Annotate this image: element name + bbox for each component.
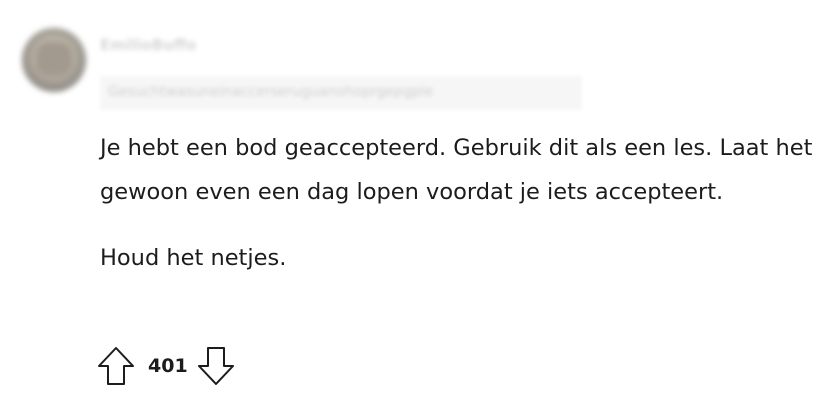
comment-paragraph: Je hebt een bod geaccepteerd. Gebruik di… (100, 135, 813, 205)
comment-body: Je hebt een bod geaccepteerd. Gebruik di… (100, 126, 815, 280)
avatar-image (36, 42, 72, 76)
vote-bar: 401 (96, 344, 236, 388)
comment: EmilioBuffo Gesuchtwasuneinaccerseruguan… (0, 0, 822, 412)
upvote-button[interactable] (96, 344, 136, 388)
avatar[interactable] (22, 28, 86, 92)
author-flair: Gesuchtwasuneinaccerseruguanohoprgepgple (100, 76, 582, 110)
arrow-down-outline-icon (197, 347, 234, 385)
arrow-up-outline-icon (98, 347, 134, 385)
author-flair-text: Gesuchtwasuneinaccerseruguanohoprgepgple (108, 84, 434, 100)
vote-score: 401 (148, 355, 188, 377)
downvote-button[interactable] (196, 344, 236, 388)
comment-paragraph: Houd het netjes. (100, 245, 287, 271)
author-username[interactable]: EmilioBuffo (100, 36, 196, 56)
